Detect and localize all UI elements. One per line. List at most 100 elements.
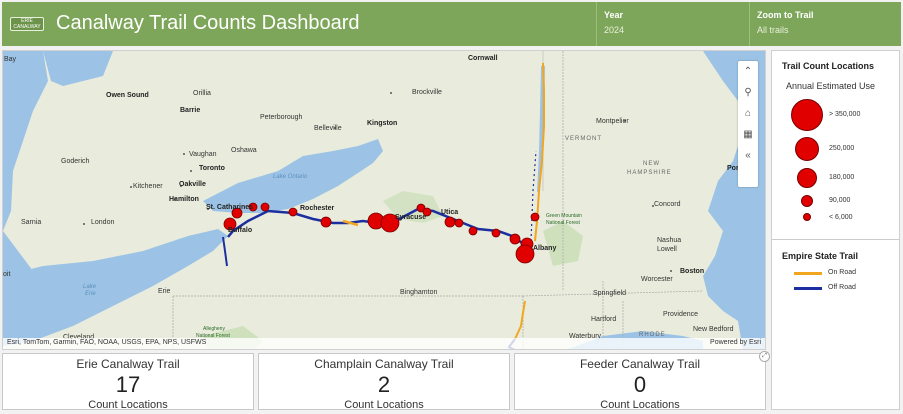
count-marker[interactable] bbox=[288, 207, 298, 217]
legend-size-circle bbox=[795, 137, 819, 161]
home-icon[interactable]: ⌂ bbox=[738, 103, 758, 124]
map-label-rochester: Rochester bbox=[300, 205, 335, 212]
powered-by-esri-link[interactable]: Powered by Esri bbox=[710, 339, 761, 346]
erie-canalway-card: Erie Canalway Trail 17 Count Locations bbox=[2, 353, 254, 411]
map-label-green-mountain: Green Mountain bbox=[546, 213, 582, 219]
map-label-worcester: Worcester bbox=[641, 276, 673, 283]
map-label-goderich: Goderich bbox=[61, 158, 90, 165]
dashboard-header: ERIE CANALWAY Canalway Trail Counts Dash… bbox=[2, 2, 901, 46]
page-title: Canalway Trail Counts Dashboard bbox=[56, 12, 360, 34]
map-label-st-catharines: St. Catharines bbox=[206, 204, 253, 211]
map-attribution: Esri, TomTom, Garmin, FAO, NOAA, USGS, E… bbox=[3, 338, 765, 349]
erie-canalway-logo: ERIE CANALWAY bbox=[10, 17, 44, 31]
map-label-orillia: Orillia bbox=[193, 90, 211, 97]
chevrons-up-icon[interactable]: ⌃ bbox=[738, 61, 758, 82]
map-toolbar: ⌃ ⚲ ⌂ ▦ « bbox=[738, 61, 758, 187]
zoom-label: Zoom to Trail bbox=[757, 10, 814, 20]
count-marker[interactable] bbox=[468, 226, 478, 236]
map-label-montpelier: Montpelier bbox=[596, 118, 629, 125]
legend-size-circle bbox=[803, 213, 811, 221]
map-label-erie: Erie bbox=[158, 288, 171, 295]
map-label-lake-erie: Lake bbox=[83, 284, 97, 290]
legend-size-label: > 350,000 bbox=[829, 111, 861, 118]
map-label-providence: Providence bbox=[663, 311, 698, 318]
map-label-vaughan: Vaughan bbox=[189, 151, 217, 158]
maximize-icon[interactable]: ⤢ bbox=[759, 351, 770, 362]
map-label-kingston: Kingston bbox=[367, 120, 397, 127]
champlain-canalway-card: Champlain Canalway Trail 2 Count Locatio… bbox=[258, 353, 510, 411]
map-label-buffalo: Buffalo bbox=[228, 227, 252, 234]
count-marker[interactable] bbox=[515, 244, 535, 264]
map-label-oshawa: Oshawa bbox=[231, 147, 257, 154]
card-value: 17 bbox=[115, 372, 141, 397]
zoom-value[interactable]: All trails bbox=[757, 25, 814, 35]
map-label-new-hampshire: NEW bbox=[643, 161, 660, 167]
map-label-cornwall: Cornwall bbox=[468, 55, 498, 62]
map-label-springfield: Springfield bbox=[593, 290, 626, 297]
count-marker[interactable] bbox=[260, 202, 270, 212]
legend-off-road-line bbox=[794, 287, 822, 290]
count-marker[interactable] bbox=[530, 212, 540, 222]
map-label-owen-sound: Owen Sound bbox=[106, 92, 149, 99]
map-label-barrie: Barrie bbox=[180, 107, 200, 114]
chevrons-left-icon[interactable]: « bbox=[738, 145, 758, 166]
map-label-toronto: Toronto bbox=[199, 165, 225, 172]
legend-title: Trail Count Locations bbox=[782, 61, 875, 71]
legend-subtitle: Annual Estimated Use bbox=[786, 81, 876, 91]
card-label: Count Locations bbox=[344, 399, 424, 411]
map-label-detroit: oit bbox=[3, 271, 10, 278]
legend-size-label: 250,000 bbox=[829, 145, 855, 152]
trail-map[interactable]: Cornwall Owen Sound Orillia Barrie Brock… bbox=[2, 50, 766, 350]
legend-size-circle bbox=[797, 168, 817, 188]
count-marker[interactable] bbox=[454, 218, 464, 228]
legend-size-label: 90,000 bbox=[829, 197, 851, 204]
count-marker[interactable] bbox=[444, 216, 456, 228]
legend-on-road-line bbox=[794, 272, 822, 275]
map-label-hamilton: Hamilton bbox=[169, 196, 199, 203]
map-label-green-mountain: National Forest bbox=[546, 220, 581, 226]
card-title: Erie Canalway Trail bbox=[76, 357, 180, 371]
map-label-concord: Concord bbox=[654, 201, 681, 208]
search-icon[interactable]: ⚲ bbox=[738, 82, 758, 103]
map-label-new-bedford: New Bedford bbox=[693, 326, 734, 333]
legend-size-label: < 6,000 bbox=[829, 214, 853, 221]
count-marker[interactable] bbox=[509, 233, 521, 245]
count-marker[interactable] bbox=[320, 216, 332, 228]
feeder-canalway-card: Feeder Canalway Trail 0 Count Locations bbox=[514, 353, 766, 411]
map-label-sarnia: Sarnia bbox=[21, 219, 41, 226]
map-label-albany: Albany bbox=[533, 245, 556, 252]
legend-size-circle bbox=[791, 99, 823, 131]
card-label: Count Locations bbox=[600, 399, 680, 411]
zoom-to-trail-selector[interactable]: Zoom to Trail All trails bbox=[757, 10, 814, 35]
map-canvas[interactable]: Cornwall Owen Sound Orillia Barrie Brock… bbox=[3, 51, 766, 350]
map-label-lowell: Lowell bbox=[657, 246, 677, 253]
legend-panel: Trail Count Locations Annual Estimated U… bbox=[771, 50, 900, 410]
map-label-nashua: Nashua bbox=[657, 237, 681, 244]
map-label-lake-erie: Erie bbox=[85, 291, 96, 297]
legend-off-road-label: Off Road bbox=[828, 284, 856, 291]
header-divider bbox=[749, 2, 750, 46]
legend-divider bbox=[772, 239, 899, 240]
card-value: 2 bbox=[377, 372, 391, 397]
map-label-lake-ontario: Lake Ontario bbox=[273, 174, 308, 180]
legend-trail-title: Empire State Trail bbox=[782, 251, 859, 261]
legend-size-circle bbox=[801, 195, 813, 207]
legend-on-road-label: On Road bbox=[828, 269, 857, 276]
map-label-syracuse: Syracuse bbox=[395, 214, 426, 221]
header-divider bbox=[596, 2, 597, 46]
year-selector[interactable]: Year 2024 bbox=[604, 10, 624, 35]
map-label-binghamton: Binghamton bbox=[400, 289, 437, 296]
map-label-kitchener: Kitchener bbox=[133, 183, 163, 190]
qr-code-icon[interactable]: ▦ bbox=[738, 124, 758, 145]
year-label: Year bbox=[604, 10, 624, 20]
legend-size-label: 180,000 bbox=[829, 174, 855, 181]
count-marker[interactable] bbox=[491, 228, 501, 238]
map-label-oakville: Oakville bbox=[179, 181, 206, 188]
year-value[interactable]: 2024 bbox=[604, 25, 624, 35]
map-label-bay: Bay bbox=[4, 56, 17, 63]
card-title: Champlain Canalway Trail bbox=[314, 357, 454, 371]
map-label-allegheny: Allegheny bbox=[203, 326, 225, 332]
card-value: 0 bbox=[633, 372, 647, 397]
map-label-utica: Utica bbox=[441, 209, 458, 216]
map-label-new-hampshire: HAMPSHIRE bbox=[627, 170, 672, 176]
